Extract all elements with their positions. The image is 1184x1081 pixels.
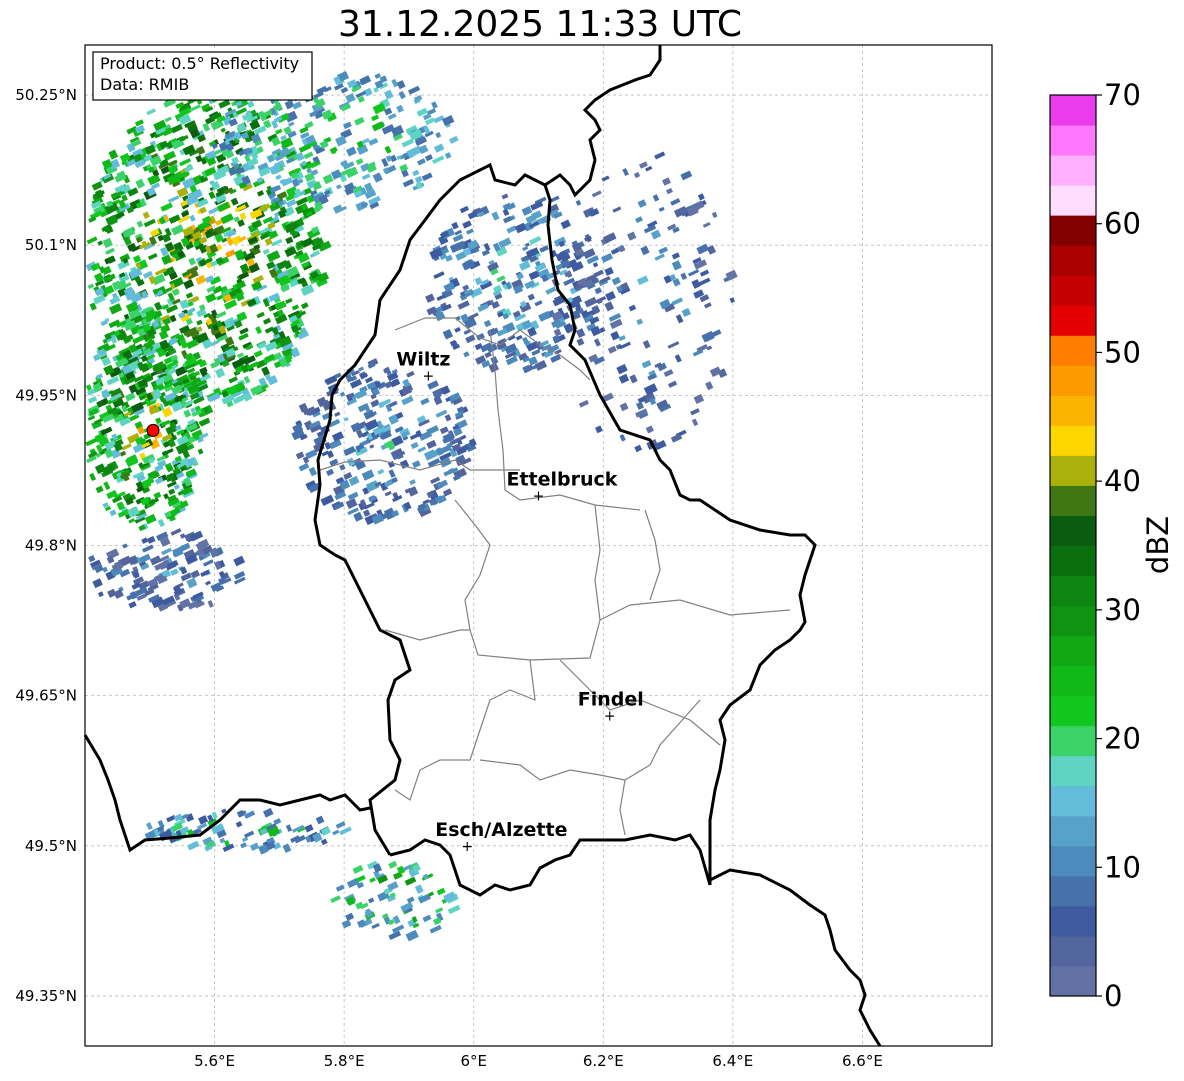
colorbar-ticks: 0 10 20 30 40 50 60 70 [1096,78,1141,1013]
colorbar-bin [1050,785,1096,817]
colorbar-bin [1050,725,1096,757]
lon-tick-label: 6°E [460,1052,487,1070]
lon-tick-label: 5.8°E [324,1052,365,1070]
colorbar-bin [1050,545,1096,577]
colorbar-bin [1050,305,1096,336]
colorbar-bin [1050,845,1096,877]
colorbar-bin [1050,965,1096,997]
colorbar-tick-label: 20 [1104,722,1141,756]
colorbar-tick-label: 10 [1104,850,1141,884]
colorbar-tick-label: 30 [1104,593,1141,627]
colorbar-bin [1050,245,1096,276]
colorbar-bin [1050,605,1096,637]
colorbar [1050,95,1096,997]
latitude-labels: 50.25°N 50.1°N 49.95°N 49.8°N 49.65°N 49.5°N 4… [15,86,77,1005]
colorbar-bin [1050,455,1096,486]
colorbar-bin [1050,125,1096,156]
colorbar-bin [1050,575,1096,607]
city-marker-icon: + [461,839,473,855]
lon-tick-label: 6.2°E [583,1052,624,1070]
colorbar-bin [1050,635,1096,667]
colorbar-tick-label: 40 [1104,464,1141,498]
longitude-labels: 5.6°E 5.8°E 6°E 6.2°E 6.4°E 6.6°E [194,1052,883,1070]
city-marker-icon: + [604,709,616,725]
lon-tick-label: 5.6°E [194,1052,235,1070]
colorbar-bin [1050,875,1096,907]
lat-tick-label: 50.1°N [25,236,77,254]
colorbar-tick-label: 0 [1104,979,1122,1013]
city-label: Wiltz [396,348,450,370]
colorbar-label: dBZ [1141,516,1175,574]
lat-tick-label: 49.65°N [15,687,77,705]
colorbar-bin [1050,935,1096,967]
colorbar-bin [1050,755,1096,787]
colorbar-bin [1050,515,1096,546]
lon-tick-label: 6.6°E [842,1052,883,1070]
lat-tick-label: 49.35°N [15,987,77,1005]
colorbar-bin [1050,815,1096,847]
info-product: Product: 0.5° Reflectivity [100,54,299,73]
colorbar-bin [1050,155,1096,186]
city-marker-icon: + [533,488,545,504]
colorbar-tick-label: 70 [1104,78,1141,112]
city-label: Esch/Alzette [435,819,567,841]
radar-site-marker [146,423,160,437]
info-source: Data: RMIB [100,75,189,94]
colorbar-tick-label: 60 [1104,207,1141,241]
colorbar-bin [1050,95,1096,126]
city-label: Ettelbruck [507,468,618,490]
city-label: Findel [578,689,644,711]
colorbar-bin [1050,335,1096,366]
colorbar-bin [1050,425,1096,456]
lon-tick-label: 6.4°E [712,1052,753,1070]
colorbar-bin [1050,215,1096,246]
city-marker-icon: + [422,368,434,384]
info-box: Product: 0.5° Reflectivity Data: RMIB [92,51,313,101]
colorbar-bin [1050,365,1096,396]
colorbar-bin [1050,485,1096,516]
colorbar-tick-label: 50 [1104,335,1141,369]
colorbar-bin [1050,185,1096,216]
colorbar-bin [1050,275,1096,306]
colorbar-bin [1050,905,1096,937]
lat-tick-label: 50.25°N [15,86,77,104]
colorbar-bin [1050,665,1096,697]
lat-tick-label: 49.8°N [25,537,77,555]
radar-map-figure: 50.25°N 50.1°N 49.95°N 49.8°N 49.65°N 49.5°N 4… [15,44,1175,1070]
lat-tick-label: 49.95°N [15,386,77,404]
lat-tick-label: 49.5°N [25,837,77,855]
colorbar-bin [1050,695,1096,727]
colorbar-bin [1050,395,1096,426]
